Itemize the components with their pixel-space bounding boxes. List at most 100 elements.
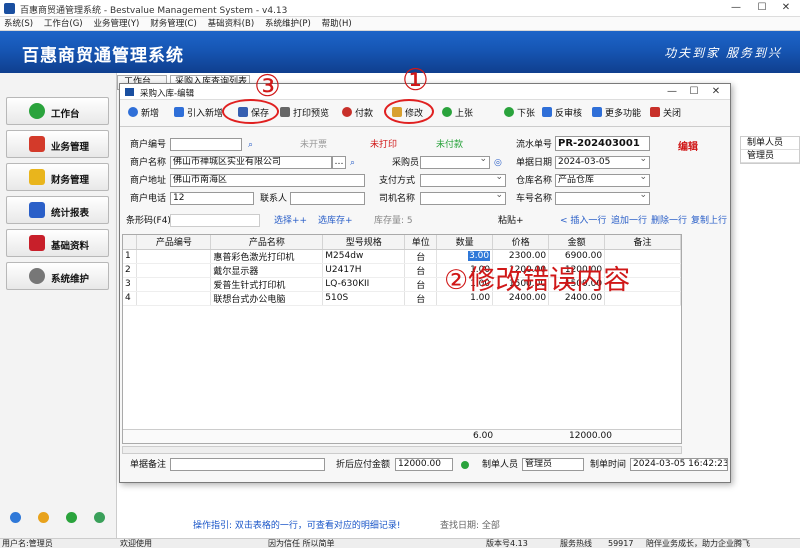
home-icon[interactable]: [10, 512, 21, 523]
menu-finance[interactable]: 财务管理(C): [146, 17, 201, 31]
sidebar-item-basic-data[interactable]: 基础资料: [6, 229, 109, 257]
cell-code[interactable]: [136, 249, 212, 264]
import-icon: [174, 107, 184, 117]
cell-name[interactable]: 惠普彩色激光打印机: [210, 249, 324, 264]
sidebar-item-business[interactable]: 业务管理: [6, 130, 109, 158]
discount-amount-field[interactable]: 12000.00: [395, 458, 453, 471]
phone-label: 商户电话: [130, 194, 167, 204]
minimize-button[interactable]: —: [724, 1, 748, 15]
table-row[interactable]: 1 惠普彩色激光打印机 M254dw 台 3.00 2300.00 6900.0…: [123, 249, 681, 264]
sidebar-item-maintenance[interactable]: 系统维护: [6, 262, 109, 290]
select-enter-link[interactable]: 选择++: [274, 215, 307, 227]
payment-button[interactable]: 付款: [342, 107, 373, 121]
dialog-minimize-button[interactable]: —: [660, 85, 684, 99]
remark-input[interactable]: [170, 458, 325, 471]
menu-maintenance[interactable]: 系统维护(P): [261, 17, 315, 31]
warehouse-select[interactable]: 产品仓库: [555, 174, 650, 187]
prev-record-button[interactable]: 上张: [442, 107, 473, 121]
cell-code[interactable]: [136, 291, 212, 306]
cell-name[interactable]: 爱普生针式打印机: [210, 277, 324, 292]
copy-row-link[interactable]: 复制上行: [691, 215, 727, 227]
date-label: 单据日期: [516, 158, 553, 168]
lookup-icon[interactable]: ◎: [494, 157, 502, 169]
close-dialog-button[interactable]: 关闭: [650, 107, 681, 121]
merchant-code-input[interactable]: [170, 138, 242, 151]
gear-icon: [29, 268, 45, 284]
cell-code[interactable]: [136, 277, 212, 292]
cell-code[interactable]: [136, 263, 212, 278]
cell-model[interactable]: 510S: [322, 291, 406, 306]
unreview-button[interactable]: 反审核: [542, 107, 582, 121]
time-label: 制单时间: [590, 460, 627, 470]
app-title-bar: 百惠商贸通管理系统 - Bestvalue Management System …: [0, 0, 800, 17]
menu-bar: 系统(S) 工作台(G) 业务管理(Y) 财务管理(C) 基础资料(B) 系统维…: [0, 17, 800, 31]
dialog-close-button[interactable]: ✕: [704, 85, 728, 99]
cell-name[interactable]: 联想台式办公电脑: [210, 291, 324, 306]
barcode-input[interactable]: [170, 214, 260, 227]
contact-input[interactable]: [290, 192, 365, 205]
cell-model[interactable]: U2417H: [322, 263, 406, 278]
serial-number-field[interactable]: PR-202403001: [555, 136, 650, 151]
grid-horizontal-scrollbar[interactable]: [122, 446, 682, 454]
phone-input[interactable]: 12: [170, 192, 254, 205]
buyer-select[interactable]: [420, 156, 490, 169]
insert-row-link[interactable]: < 插入一行: [560, 215, 606, 227]
next-record-button[interactable]: 下张: [504, 107, 535, 121]
sidebar-item-reports[interactable]: 统计报表: [6, 196, 109, 224]
search-icon[interactable]: ⌕: [350, 157, 355, 169]
dialog-maximize-button[interactable]: ☐: [682, 85, 706, 99]
sidebar-item-label: 系统维护: [51, 274, 90, 285]
delete-row-link[interactable]: 删除一行: [651, 215, 687, 227]
driver-select[interactable]: [420, 192, 506, 205]
cell-qty-active[interactable]: 3.00: [436, 249, 494, 264]
row-index: 2: [123, 263, 138, 278]
background-cell: 管理员: [741, 150, 799, 163]
cell-unit[interactable]: 台: [404, 291, 438, 306]
print-preview-button[interactable]: 打印预览: [280, 107, 329, 121]
menu-system[interactable]: 系统(S): [0, 17, 37, 31]
address-input[interactable]: 佛山市南海区: [170, 174, 365, 187]
close-button[interactable]: ✕: [774, 1, 798, 15]
new-button[interactable]: 新增: [128, 107, 159, 121]
settings-icon[interactable]: [94, 512, 105, 523]
cell-note[interactable]: [604, 249, 681, 264]
menu-workbench[interactable]: 工作台(G): [40, 17, 87, 31]
menu-business[interactable]: 业务管理(Y): [90, 17, 144, 31]
time-field: 2024-03-05 16:42:23: [630, 458, 728, 471]
more-functions-button[interactable]: 更多功能: [592, 107, 641, 121]
search-icon[interactable]: ⌕: [248, 139, 253, 151]
cell-price[interactable]: 2300.00: [492, 249, 550, 264]
menu-help[interactable]: 帮助(H): [318, 17, 356, 31]
cell-unit[interactable]: 台: [404, 249, 438, 264]
merchant-name-input[interactable]: 佛山市禅城区实业有限公司: [170, 156, 332, 169]
arrow-up-icon: [442, 107, 452, 117]
annotation-number-1: ①: [402, 63, 429, 98]
chat-icon[interactable]: [66, 512, 77, 523]
background-grid-column: 制单人员 管理员: [740, 136, 800, 164]
select-stock-link[interactable]: 选库存+: [318, 215, 353, 227]
cell-model[interactable]: M254dw: [322, 249, 406, 264]
menu-basic-data[interactable]: 基础资料(B): [204, 17, 258, 31]
date-picker[interactable]: 2024-03-05: [555, 156, 650, 169]
cell-amount[interactable]: 6900.00: [548, 249, 606, 264]
sidebar-item-workbench[interactable]: 工作台: [6, 97, 109, 125]
cell-unit[interactable]: 台: [404, 277, 438, 292]
pay-method-select[interactable]: [420, 174, 506, 187]
grid-header-model: 型号规格: [322, 235, 406, 250]
status-user: 用户名:管理员: [2, 539, 53, 548]
browse-button[interactable]: …: [332, 156, 346, 169]
paste-link[interactable]: 粘贴+: [498, 215, 524, 227]
sidebar-item-finance[interactable]: 财务管理: [6, 163, 109, 191]
append-row-link[interactable]: 追加一行: [611, 215, 647, 227]
clock-icon[interactable]: [38, 512, 49, 523]
cell-model[interactable]: LQ-630KII: [322, 277, 406, 292]
pay-method-label: 支付方式: [379, 176, 416, 186]
status-welcome: 欢迎使用: [120, 539, 152, 548]
cell-unit[interactable]: 台: [404, 263, 438, 278]
import-new-button[interactable]: 引入新增: [174, 107, 223, 121]
sidebar-item-label: 业务管理: [51, 142, 90, 153]
maximize-button[interactable]: ☐: [750, 1, 774, 15]
cell-name[interactable]: 戴尔显示器: [210, 263, 324, 278]
plate-select[interactable]: [555, 192, 650, 205]
serial-label: 流水单号: [516, 140, 553, 150]
